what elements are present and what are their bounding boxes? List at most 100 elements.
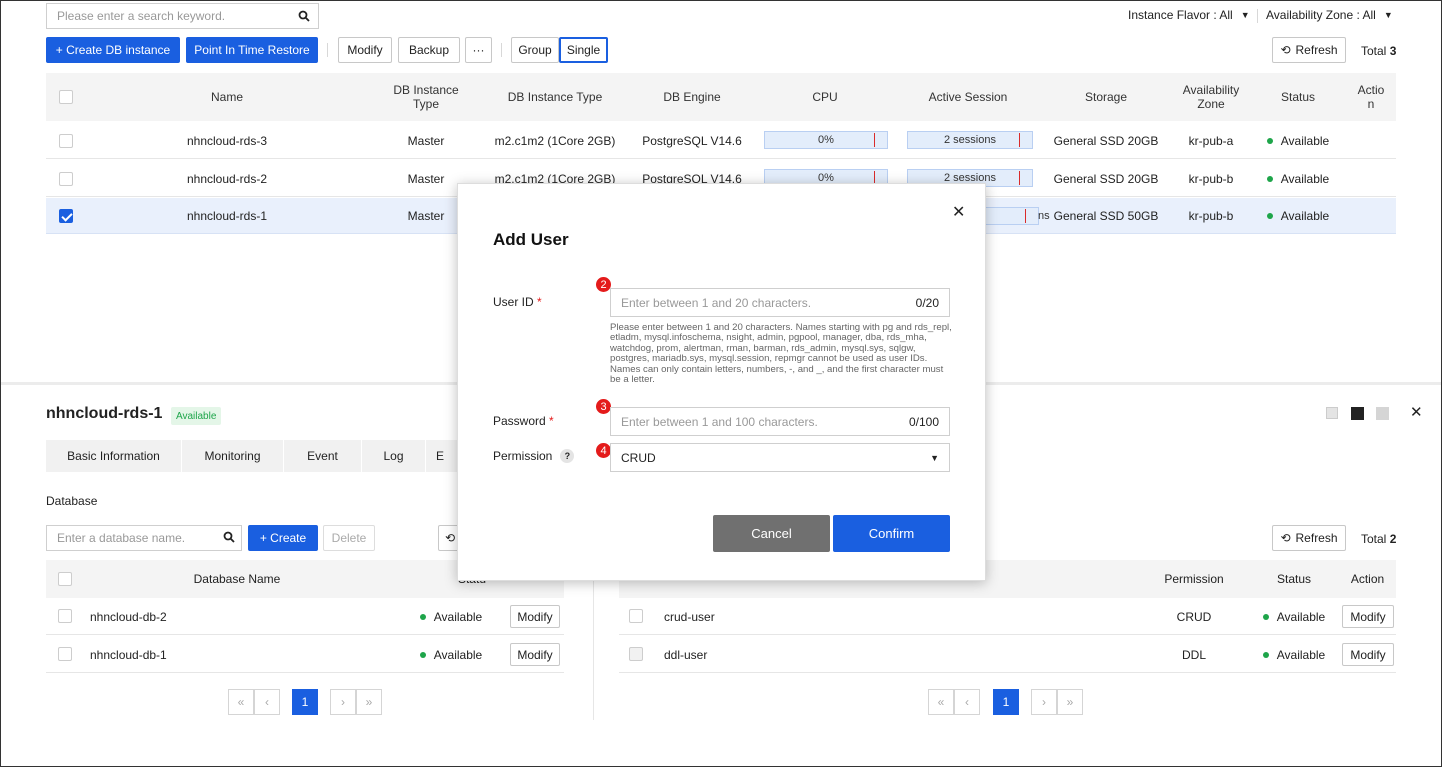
availability-zone-label: Availability Zone : All: [1266, 8, 1376, 22]
permission-value: CRUD: [621, 450, 656, 465]
user-permission: CRUD: [1176, 609, 1212, 624]
point-in-time-restore-button[interactable]: Point In Time Restore: [186, 37, 318, 63]
row-checkbox[interactable]: [629, 609, 643, 623]
col-action: Action: [1350, 572, 1385, 586]
divider: [501, 43, 502, 57]
user-id-placeholder: Enter between 1 and 20 characters.: [621, 295, 812, 310]
modify-database-button[interactable]: Modify: [510, 643, 560, 666]
refresh-label: Refresh: [1295, 43, 1338, 57]
permission-select[interactable]: CRUD ▼: [610, 443, 950, 472]
chevron-down-icon: ▼: [1240, 10, 1250, 20]
instance-search-input[interactable]: Please enter a search keyword.: [46, 3, 319, 29]
last-page-button[interactable]: »: [1057, 689, 1083, 715]
col-action: Actio n: [1357, 83, 1385, 111]
page-1-button[interactable]: 1: [993, 689, 1019, 715]
row-checkbox-checked[interactable]: [59, 209, 73, 223]
more-button[interactable]: ···: [465, 37, 492, 63]
status-badge: Available: [1250, 122, 1346, 159]
user-row[interactable]: ddl-user DDL Available Modify: [619, 636, 1396, 673]
total-count: Total 3: [1361, 44, 1397, 58]
col-db-instance-flavor: DB Instance Type: [507, 90, 603, 104]
database-search-input[interactable]: Enter a database name.: [46, 525, 242, 551]
create-db-instance-button[interactable]: + Create DB instance: [46, 37, 180, 63]
instance-name[interactable]: nhncloud-rds-1: [82, 198, 372, 234]
cancel-button[interactable]: Cancel: [713, 515, 830, 552]
col-active-session: Active Session: [928, 90, 1008, 104]
last-page-button[interactable]: »: [356, 689, 382, 715]
row-checkbox[interactable]: [59, 134, 73, 148]
layout-split-icon[interactable]: [1351, 407, 1364, 420]
close-icon[interactable]: ✕: [952, 202, 965, 222]
instance-search-placeholder: Please enter a search keyword.: [57, 9, 226, 23]
confirm-button[interactable]: Confirm: [833, 515, 950, 552]
tab-event[interactable]: Event: [284, 440, 362, 472]
user-id-help-text: Please enter between 1 and 20 characters…: [610, 322, 952, 386]
status-dot-icon: [1262, 613, 1269, 620]
instance-flavor-filter[interactable]: Instance Flavor : All ▼: [1128, 8, 1250, 22]
tab-more[interactable]: E: [426, 440, 458, 472]
layout-bottom-icon[interactable]: [1376, 407, 1389, 420]
password-input[interactable]: Enter between 1 and 100 characters. 0/10…: [610, 407, 950, 436]
user-refresh-button[interactable]: ⟲ Refresh: [1272, 525, 1346, 551]
row-checkbox[interactable]: [58, 647, 72, 661]
col-name: Name: [210, 90, 243, 104]
first-page-button[interactable]: «: [228, 689, 254, 715]
database-row[interactable]: nhncloud-db-2 Available Modify: [46, 598, 564, 635]
refresh-icon: ⟲: [1280, 43, 1291, 57]
password-counter: 0/100: [908, 414, 939, 429]
backup-button[interactable]: Backup: [398, 37, 460, 63]
user-id-input[interactable]: Enter between 1 and 20 characters. 0/20: [610, 288, 950, 317]
instance-zone: kr-pub-b: [1188, 209, 1234, 223]
delete-database-button[interactable]: Delete: [323, 525, 375, 551]
page-1-button[interactable]: 1: [292, 689, 318, 715]
prev-page-button[interactable]: ‹: [954, 689, 980, 715]
row-checkbox[interactable]: [58, 609, 72, 623]
create-database-button[interactable]: + Create: [248, 525, 318, 551]
search-icon[interactable]: [289, 3, 319, 29]
section-title: Database: [46, 494, 98, 508]
password-label: Password *: [493, 414, 554, 428]
col-storage: Storage: [1084, 90, 1128, 104]
prev-page-button[interactable]: ‹: [254, 689, 280, 715]
user-row[interactable]: crud-user CRUD Available Modify: [619, 598, 1396, 635]
close-panel-icon[interactable]: ✕: [1410, 403, 1423, 421]
status-badge: Available: [416, 636, 486, 673]
instance-name[interactable]: nhncloud-rds-3: [82, 122, 372, 159]
single-view-button[interactable]: Single: [559, 37, 608, 63]
chevron-down-icon: ▼: [930, 452, 939, 463]
group-view-button[interactable]: Group: [511, 37, 559, 63]
status-dot-icon: [1266, 213, 1273, 219]
modify-user-button[interactable]: Modify: [1342, 605, 1394, 628]
instance-row[interactable]: nhncloud-rds-3 Master m2.c1m2 (1Core 2GB…: [46, 122, 1396, 159]
availability-zone-filter[interactable]: Availability Zone : All ▼: [1266, 8, 1393, 22]
status-badge: Available: [1249, 598, 1339, 635]
search-icon[interactable]: [223, 531, 235, 546]
next-page-button[interactable]: ›: [1031, 689, 1057, 715]
database-name: nhncloud-db-1: [90, 647, 167, 662]
refresh-button[interactable]: ⟲ Refresh: [1272, 37, 1346, 63]
first-page-button[interactable]: «: [928, 689, 954, 715]
col-cpu: CPU: [812, 90, 838, 104]
tab-basic-information[interactable]: Basic Information: [46, 440, 182, 472]
status-badge: Available: [416, 598, 486, 635]
modify-user-button[interactable]: Modify: [1342, 643, 1394, 666]
modify-button[interactable]: Modify: [338, 37, 392, 63]
next-page-button[interactable]: ›: [330, 689, 356, 715]
col-status: Status: [1276, 572, 1312, 586]
database-row[interactable]: nhncloud-db-1 Available Modify: [46, 636, 564, 673]
select-all-checkbox[interactable]: [58, 572, 72, 586]
modify-database-button[interactable]: Modify: [510, 605, 560, 628]
select-all-checkbox[interactable]: [59, 90, 73, 104]
instance-name[interactable]: nhncloud-rds-2: [82, 160, 372, 197]
instance-engine: PostgreSQL V14.6: [642, 133, 742, 148]
tab-log[interactable]: Log: [362, 440, 426, 472]
status-dot-icon: [1262, 651, 1269, 658]
tab-monitoring[interactable]: Monitoring: [182, 440, 284, 472]
user-name: ddl-user: [664, 647, 708, 662]
status-badge: Available: [1250, 198, 1346, 234]
layout-top-icon[interactable]: [1326, 407, 1338, 419]
row-checkbox[interactable]: [59, 172, 73, 186]
instance-zone: kr-pub-a: [1188, 133, 1234, 148]
session-bar: 2 sessions: [907, 131, 1033, 149]
help-icon[interactable]: ?: [560, 449, 575, 463]
